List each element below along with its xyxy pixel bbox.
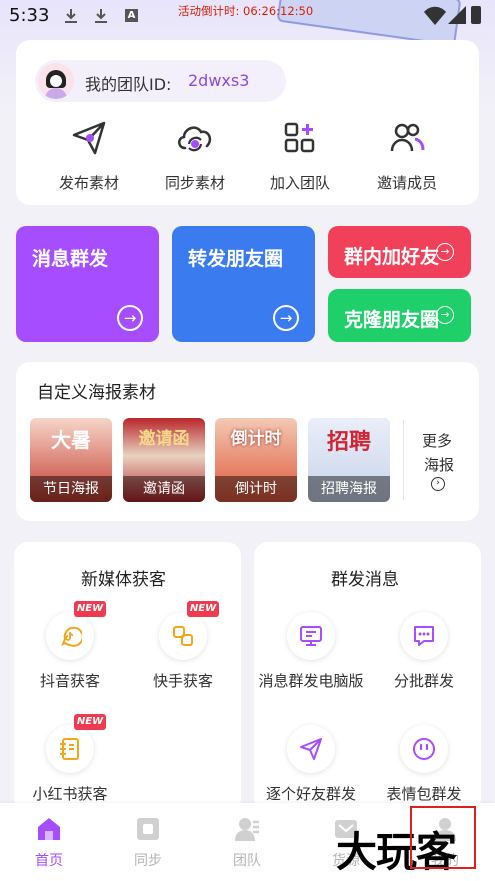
highlight-box xyxy=(410,806,476,869)
sync-tab-icon xyxy=(137,818,159,840)
poster-invitation-label: 邀请函 xyxy=(123,476,205,502)
mass-message-tile[interactable]: 消息群发 → xyxy=(16,226,159,342)
join-team-button[interactable]: 加入团队 xyxy=(255,118,345,198)
monitor-icon xyxy=(300,626,322,646)
desktop-mass-message-button[interactable]: 消息群发电脑版 xyxy=(251,612,371,702)
poster-recruitment[interactable]: 招聘 招聘海报 xyxy=(308,418,390,502)
poster-invitation[interactable]: 邀请函 邀请函 xyxy=(123,418,205,502)
poster-recruitment-label: 招聘海报 xyxy=(308,476,390,502)
paper-plane-icon xyxy=(72,121,106,155)
batch-send-button[interactable]: 分批群发 xyxy=(364,612,484,702)
new-badge: NEW xyxy=(187,601,219,617)
a-app-icon: A xyxy=(125,9,138,22)
new-badge: NEW xyxy=(74,601,106,617)
tab-team-label: 团队 xyxy=(233,853,261,869)
avatar[interactable] xyxy=(38,63,74,99)
notebook-icon xyxy=(60,738,79,760)
poster-festival-art: 大暑 xyxy=(51,428,91,452)
emoji-send-button[interactable]: 表情包群发 xyxy=(364,725,484,815)
status-bar: 5:33 A 活动倒计时: 06:26:12:50 xyxy=(0,0,495,32)
download-icon xyxy=(63,8,79,24)
poster-festival[interactable]: 大暑 节日海报 xyxy=(30,418,112,502)
sync-material-button[interactable]: 同步素材 xyxy=(150,118,240,198)
chevron-right-icon: › xyxy=(431,477,445,491)
group-add-friend-tile[interactable]: 群内加好友 → xyxy=(328,226,471,278)
clone-moments-tile[interactable]: 克隆朋友圈 → xyxy=(328,289,471,342)
tab-team[interactable]: 团队 xyxy=(212,812,282,872)
invite-members-button[interactable]: 邀请成员 xyxy=(362,118,452,198)
signal-icon xyxy=(448,6,466,24)
kuaishou-acquire-button[interactable]: NEW 快手获客 xyxy=(123,601,243,702)
arrow-right-icon: → xyxy=(436,243,454,261)
clone-moments-label: 克隆朋友圈 xyxy=(344,309,440,331)
publish-material-label: 发布素材 xyxy=(58,174,119,192)
kuaishou-acquire-label: 快手获客 xyxy=(152,672,213,690)
more-posters-line2: 海报 xyxy=(424,456,455,474)
battery-icon xyxy=(471,6,481,24)
chat-dots-icon xyxy=(414,626,434,646)
tab-home[interactable]: 首页 xyxy=(14,812,84,872)
batch-send-label: 分批群发 xyxy=(393,672,454,690)
more-posters-line1: 更多 xyxy=(422,432,453,450)
publish-material-button[interactable]: 发布素材 xyxy=(44,118,134,198)
status-time: 5:33 xyxy=(9,5,50,26)
arrow-right-icon: → xyxy=(273,305,299,331)
sync-material-label: 同步素材 xyxy=(164,174,225,192)
arrow-right-icon: → xyxy=(117,305,143,331)
poster-festival-label: 节日海报 xyxy=(30,476,112,502)
new-media-title: 新媒体获客 xyxy=(81,570,166,590)
xiaohongshu-acquire-label: 小红书获客 xyxy=(32,785,108,803)
join-team-label: 加入团队 xyxy=(269,174,330,192)
douyin-acquire-button[interactable]: NEW 抖音获客 xyxy=(10,601,130,702)
poster-invitation-art: 邀请函 xyxy=(138,429,190,449)
group-send-title: 群发消息 xyxy=(331,570,399,590)
group-add-friend-label: 群内加好友 xyxy=(344,246,440,268)
countdown-text: 活动倒计时: 06:26:12:50 xyxy=(178,4,314,18)
one-by-one-send-button[interactable]: 逐个好友群发 xyxy=(251,725,371,815)
download-icon xyxy=(93,8,109,24)
team-tab-icon xyxy=(235,818,259,841)
poster-countdown-art: 倒计时 xyxy=(230,429,282,449)
douyin-icon xyxy=(61,626,82,647)
poster-countdown-label: 倒计时 xyxy=(215,476,297,502)
mass-message-label: 消息群发 xyxy=(32,248,109,270)
users-icon xyxy=(390,123,425,152)
poster-recruitment-art: 招聘 xyxy=(326,430,371,455)
poster-countdown[interactable]: 倒计时 倒计时 xyxy=(215,418,297,502)
new-badge: NEW xyxy=(74,714,106,730)
team-id-label: 我的团队ID: xyxy=(85,75,172,94)
xiaohongshu-acquire-button[interactable]: NEW 小红书获客 xyxy=(10,714,130,815)
wifi-icon xyxy=(424,6,446,25)
more-posters-button[interactable]: 更多 海报 › xyxy=(403,420,475,500)
home-icon xyxy=(38,818,60,840)
paper-plane-icon xyxy=(300,738,322,760)
emoji-send-label: 表情包群发 xyxy=(386,785,462,803)
cloud-sync-icon xyxy=(178,126,212,152)
poster-section-title: 自定义海报素材 xyxy=(37,383,156,403)
tab-home-label: 首页 xyxy=(35,853,63,869)
team-id-value: 2dwxs3 xyxy=(188,71,250,90)
invite-members-label: 邀请成员 xyxy=(376,174,437,192)
smiley-icon xyxy=(413,738,435,760)
kuaishou-icon xyxy=(173,626,193,646)
repost-moments-label: 转发朋友圈 xyxy=(188,248,284,270)
repost-moments-tile[interactable]: 转发朋友圈 → xyxy=(172,226,315,342)
team-id-pill[interactable]: 我的团队ID: 2dwxs3 xyxy=(35,60,286,102)
tab-sync-label: 同步 xyxy=(134,853,162,869)
arrow-right-icon: → xyxy=(436,306,454,324)
tab-sync[interactable]: 同步 xyxy=(113,812,183,872)
grid-plus-icon xyxy=(284,122,315,153)
